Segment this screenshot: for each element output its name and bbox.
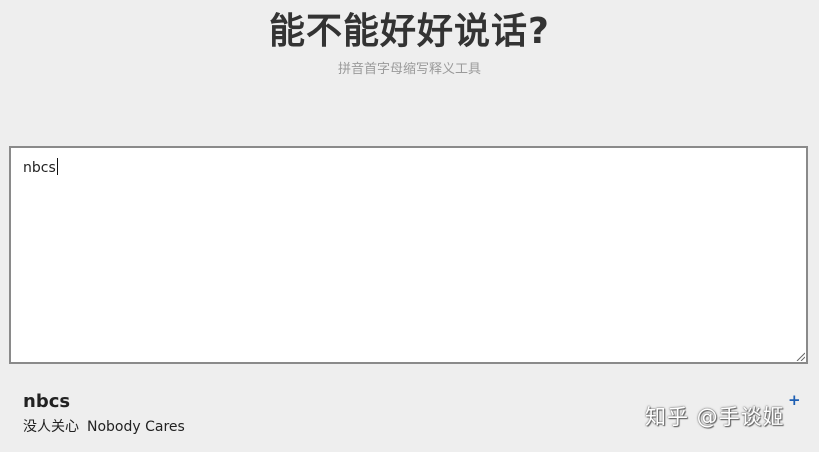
page-title: 能不能好好说话?: [269, 11, 550, 52]
result-meaning: 没人关心 Nobody Cares: [23, 418, 185, 436]
watermark: 知乎 @手谈姬: [645, 405, 785, 429]
textarea-value: nbcs: [23, 160, 56, 176]
textarea-content[interactable]: nbcs: [23, 158, 58, 177]
result-abbreviation: nbcs: [23, 391, 71, 412]
resize-grip-icon[interactable]: [795, 351, 805, 361]
result-meaning-zh: 没人关心: [23, 419, 79, 435]
page: 能不能好好说话? 拼音首字母缩写释义工具 nbcs nbcs 没人关心 Nobod…: [0, 0, 819, 452]
plus-icon[interactable]: +: [788, 393, 801, 408]
result-meaning-en: Nobody Cares: [87, 419, 185, 435]
abbreviation-textarea[interactable]: nbcs: [9, 146, 808, 364]
text-caret: [56, 158, 58, 175]
result-item: nbcs 没人关心 Nobody Cares: [23, 390, 185, 436]
page-subtitle: 拼音首字母缩写释义工具: [337, 62, 481, 77]
